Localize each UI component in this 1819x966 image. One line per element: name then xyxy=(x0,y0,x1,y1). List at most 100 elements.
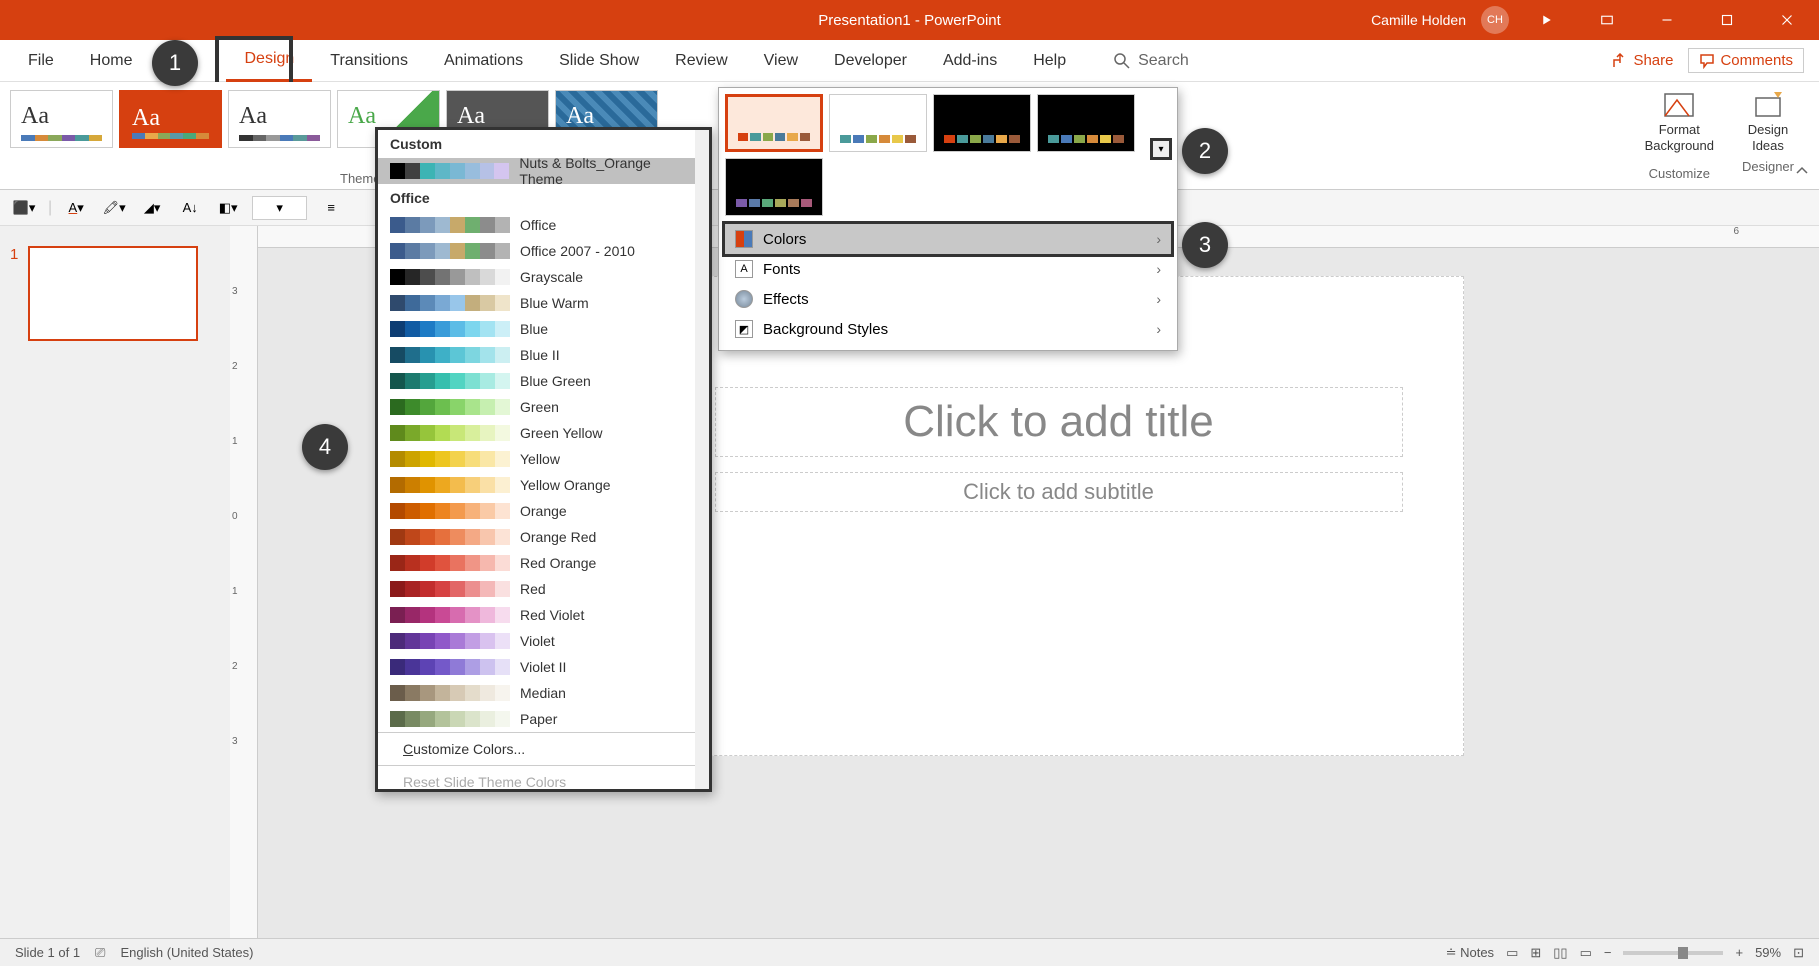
theme-thumb-3[interactable]: Aa xyxy=(228,90,331,148)
arrange-button[interactable]: ◧▾ xyxy=(214,196,242,220)
submenu-fonts-label: Fonts xyxy=(763,261,801,278)
zoom-out-button[interactable]: − xyxy=(1604,945,1612,960)
maximize-button[interactable] xyxy=(1704,0,1749,40)
color-scheme-row[interactable]: Blue Warm xyxy=(378,290,709,316)
design-ideas-button[interactable]: Design Ideas xyxy=(1742,90,1794,153)
submenu-fonts[interactable]: AFonts › xyxy=(725,254,1171,284)
vertical-ruler: 3 2 1 0 1 2 3 xyxy=(230,226,258,938)
submenu-bgstyles[interactable]: ◩Background Styles › xyxy=(725,314,1171,344)
titlebar-right: Camille Holden CH xyxy=(1371,0,1809,40)
color-scheme-row[interactable]: Blue xyxy=(378,316,709,342)
chevron-right-icon: › xyxy=(1156,321,1161,337)
tab-review[interactable]: Review xyxy=(657,40,745,82)
minimize-button[interactable] xyxy=(1644,0,1689,40)
color-scheme-row[interactable]: Yellow xyxy=(378,446,709,472)
zoom-level[interactable]: 59% xyxy=(1755,945,1781,960)
list-button[interactable]: ≡ xyxy=(317,196,345,220)
accessibility-icon[interactable]: ⎚ xyxy=(95,945,105,961)
slide-thumbnail-1[interactable] xyxy=(28,246,198,341)
title-placeholder[interactable]: Click to add title xyxy=(715,387,1403,457)
color-swatch-strip xyxy=(390,373,510,389)
submenu-effects[interactable]: Effects › xyxy=(725,284,1171,314)
color-scheme-row[interactable]: Green Yellow xyxy=(378,420,709,446)
tab-transitions[interactable]: Transitions xyxy=(312,40,426,82)
sort-button[interactable]: A↓ xyxy=(176,196,204,220)
tab-addins[interactable]: Add-ins xyxy=(925,40,1015,82)
tab-home[interactable]: Home xyxy=(72,40,151,82)
color-scheme-label: Blue Green xyxy=(520,373,591,389)
notes-button[interactable]: ≐ Notes xyxy=(1446,945,1494,961)
color-scheme-row[interactable]: Nuts & Bolts_Orange Theme xyxy=(378,158,709,184)
tab-slideshow[interactable]: Slide Show xyxy=(541,40,657,82)
color-swatch-strip xyxy=(390,269,510,285)
color-scheme-row[interactable]: Yellow Orange xyxy=(378,472,709,498)
close-button[interactable] xyxy=(1764,0,1809,40)
view-reading-icon[interactable]: ▯▯ xyxy=(1553,945,1567,961)
color-scheme-row[interactable]: Violet II xyxy=(378,654,709,680)
color-scheme-row[interactable]: Orange Red xyxy=(378,524,709,550)
view-sorter-icon[interactable]: ⊞ xyxy=(1530,945,1541,961)
color-schemes-flyout: Custom Nuts & Bolts_Orange Theme Office … xyxy=(375,127,712,792)
tab-file[interactable]: File xyxy=(10,40,72,82)
tab-view[interactable]: View xyxy=(746,40,816,82)
font-color-button[interactable]: A▾ xyxy=(62,196,90,220)
submenu-colors[interactable]: Colors › xyxy=(722,221,1174,257)
color-scheme-row[interactable]: Blue Green xyxy=(378,368,709,394)
color-swatch-strip xyxy=(390,425,510,441)
color-scheme-row[interactable]: Blue II xyxy=(378,342,709,368)
slide-thumbnails-panel: 1 xyxy=(0,226,230,938)
color-scheme-row[interactable]: Violet xyxy=(378,628,709,654)
color-scheme-row[interactable]: Red Orange xyxy=(378,550,709,576)
collapse-ribbon-button[interactable] xyxy=(1795,163,1809,181)
highlight-button[interactable]: 🖍▾ xyxy=(100,196,128,220)
share-button[interactable]: Share xyxy=(1612,48,1673,73)
reset-colors-button: Reset Slide Theme Colors xyxy=(378,765,709,792)
format-background-button[interactable]: Format Background xyxy=(1645,90,1714,153)
language-status[interactable]: English (United States) xyxy=(120,945,253,960)
variant-2[interactable] xyxy=(829,94,927,152)
window-title: Presentation1 - PowerPoint xyxy=(818,12,1001,29)
theme-thumb-1[interactable]: Aa xyxy=(10,90,113,148)
tab-animations[interactable]: Animations xyxy=(426,40,541,82)
zoom-in-button[interactable]: + xyxy=(1735,945,1743,960)
style-picker[interactable]: ▾ xyxy=(252,196,307,220)
view-slideshow-icon[interactable]: ▭ xyxy=(1580,945,1592,961)
color-scheme-row[interactable]: Green xyxy=(378,394,709,420)
color-scheme-row[interactable]: Paper xyxy=(378,706,709,732)
tab-developer[interactable]: Developer xyxy=(816,40,925,82)
submenu-bgstyles-label: Background Styles xyxy=(763,321,888,338)
search-box[interactable]: Search xyxy=(1114,52,1189,70)
subtitle-placeholder[interactable]: Click to add subtitle xyxy=(715,472,1403,512)
user-name: Camille Holden xyxy=(1371,12,1466,28)
color-scheme-row[interactable]: Red Violet xyxy=(378,602,709,628)
variant-4[interactable] xyxy=(1037,94,1135,152)
ribbon-display-icon[interactable] xyxy=(1584,0,1629,40)
color-scheme-row[interactable]: Orange xyxy=(378,498,709,524)
coming-soon-icon[interactable] xyxy=(1524,0,1569,40)
user-avatar[interactable]: CH xyxy=(1481,6,1509,34)
theme-thumb-2-selected[interactable]: Aa xyxy=(119,90,222,148)
fit-to-window-button[interactable]: ⊡ xyxy=(1793,945,1804,961)
color-swatch-strip xyxy=(390,295,510,311)
variant-5[interactable] xyxy=(725,158,823,216)
color-scheme-row[interactable]: Red xyxy=(378,576,709,602)
color-scheme-label: Red xyxy=(520,581,546,597)
color-scheme-row[interactable]: Median xyxy=(378,680,709,706)
share-label: Share xyxy=(1633,52,1673,69)
color-scheme-row[interactable]: Grayscale xyxy=(378,264,709,290)
zoom-slider[interactable] xyxy=(1623,951,1723,955)
color-scheme-label: Median xyxy=(520,685,566,701)
color-scheme-row[interactable]: Office 2007 - 2010 xyxy=(378,238,709,264)
shape-fill-button[interactable]: ◢▾ xyxy=(138,196,166,220)
variants-more-button[interactable]: ▾ xyxy=(1150,138,1172,160)
color-scheme-row[interactable]: Office xyxy=(378,212,709,238)
variant-3[interactable] xyxy=(933,94,1031,152)
popup-scrollbar[interactable] xyxy=(695,130,709,789)
comments-button[interactable]: Comments xyxy=(1688,48,1804,73)
align-button[interactable]: ⬛▾ xyxy=(10,196,38,220)
customize-colors-button[interactable]: Customize Colors... xyxy=(378,732,709,765)
tab-design[interactable]: Design xyxy=(226,40,312,82)
variant-1-selected[interactable] xyxy=(725,94,823,152)
tab-help[interactable]: Help xyxy=(1015,40,1084,82)
view-normal-icon[interactable]: ▭ xyxy=(1506,945,1518,961)
